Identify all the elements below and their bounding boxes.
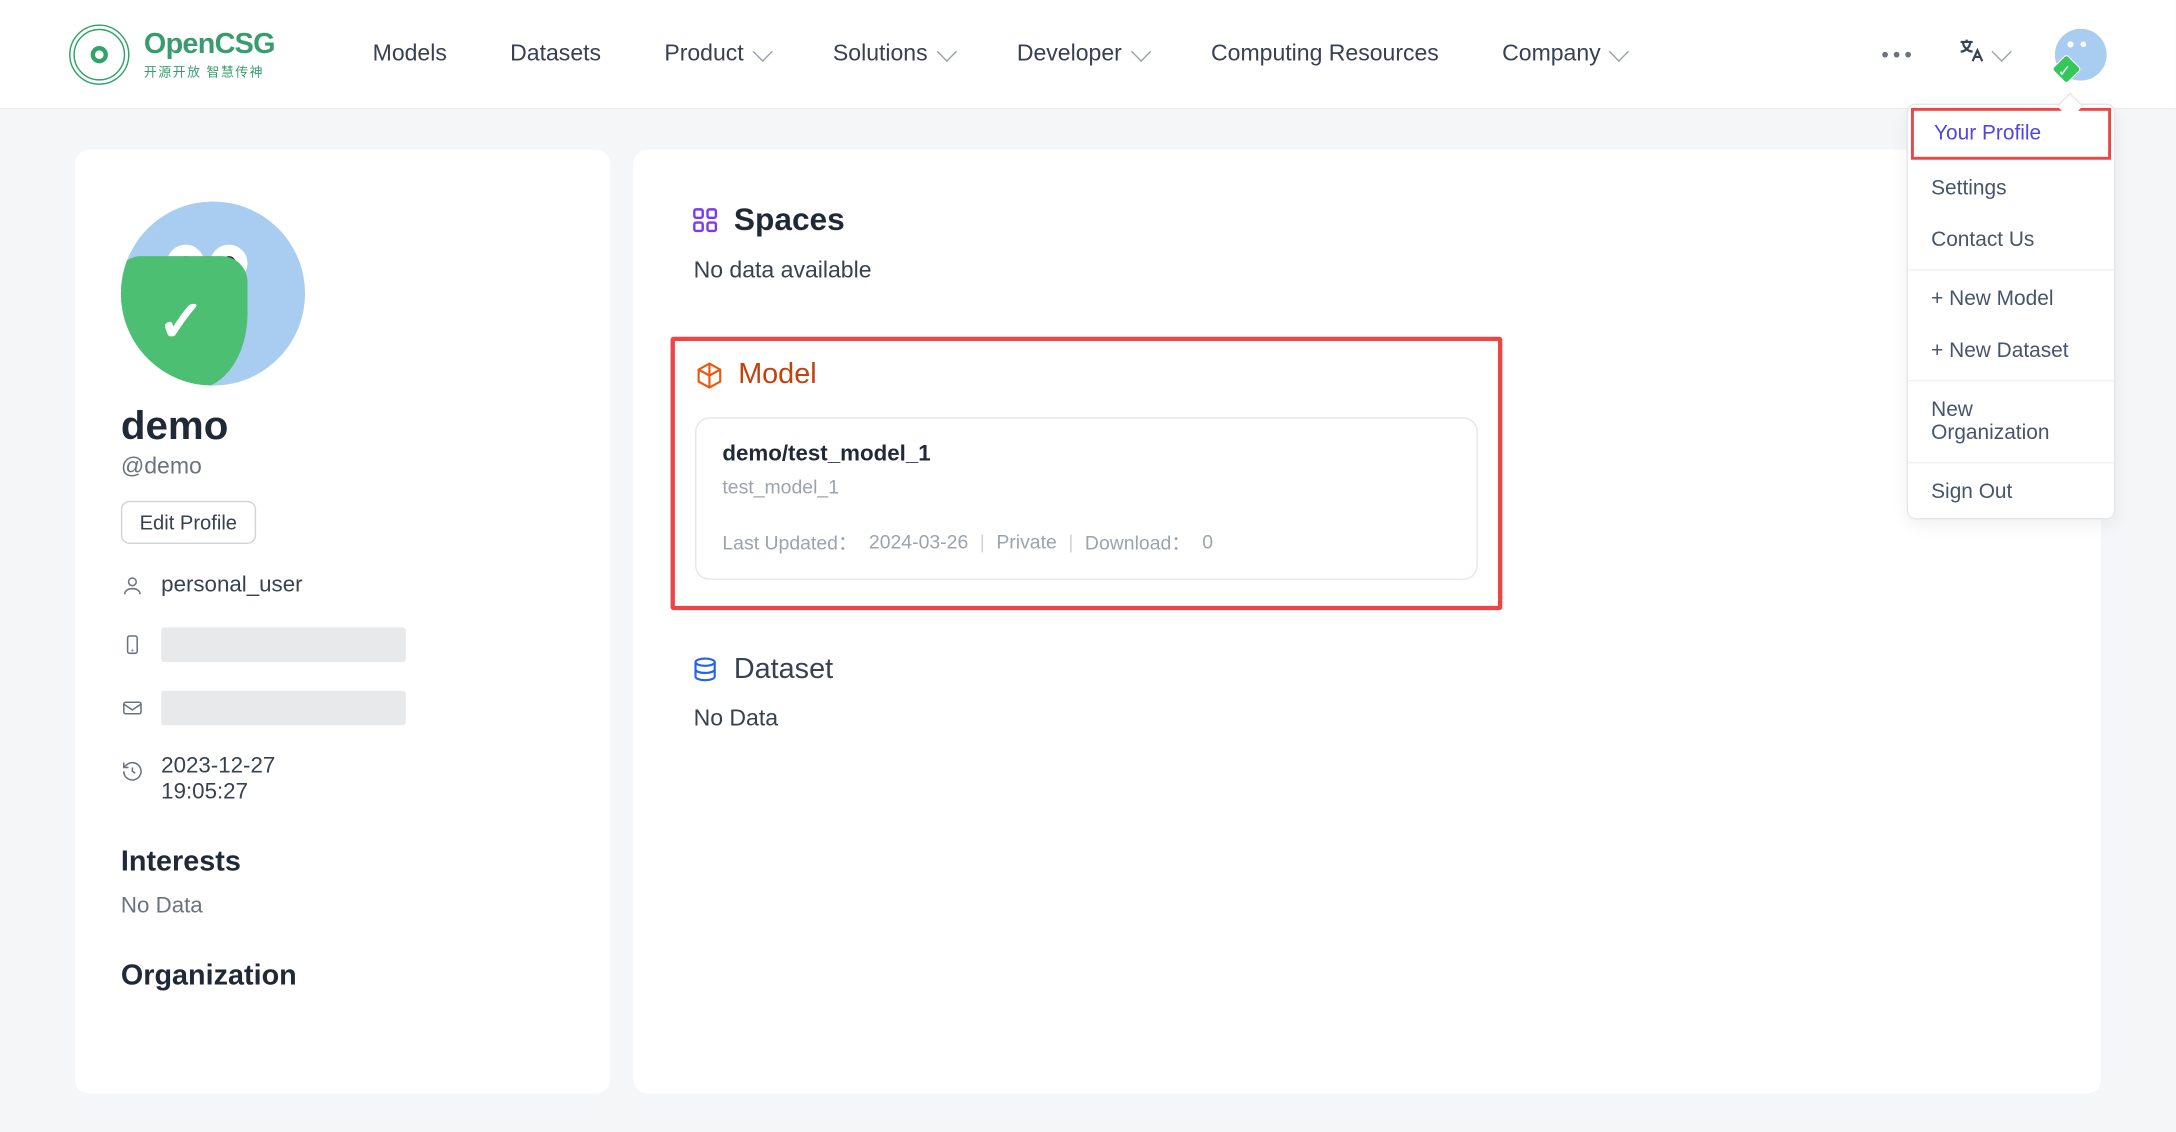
nav-product[interactable]: Product [664, 41, 769, 67]
phone-icon [121, 633, 144, 656]
cube-icon [695, 360, 724, 389]
chevron-down-icon [1130, 41, 1150, 61]
nav-models-label: Models [373, 41, 447, 67]
nav-computing-resources[interactable]: Computing Resources [1211, 41, 1439, 67]
model-last-updated-label: Last Updated： [722, 527, 857, 556]
brand-logo[interactable]: OpenCSG 开源开放 智慧传神 [69, 24, 275, 84]
dropdown-separator [1908, 462, 2114, 463]
language-switcher[interactable] [1957, 36, 2009, 72]
profile-display-name: demo [121, 403, 564, 449]
dropdown-sign-out[interactable]: Sign Out [1908, 466, 2114, 518]
mail-icon [121, 696, 144, 719]
profile-email-value [161, 691, 406, 726]
dropdown-contact-us[interactable]: Contact Us [1908, 214, 2114, 266]
profile-phone-row [121, 627, 564, 662]
brand-tagline: 开源开放 智慧传神 [144, 61, 275, 80]
profile-sidebar: demo @demo Edit Profile personal_user 20… [75, 150, 610, 1094]
nav-datasets[interactable]: Datasets [510, 41, 601, 67]
model-heading: Model [738, 358, 816, 391]
model-card-meta: Last Updated： 2024-03-26 | Private | Dow… [722, 527, 1450, 556]
dropdown-new-organization[interactable]: New Organization [1908, 384, 2114, 459]
chevron-down-icon [1991, 41, 2011, 61]
dataset-heading: Dataset [734, 653, 833, 686]
chevron-down-icon [1609, 41, 1629, 61]
profile-joined-time: 19:05:27 [161, 780, 275, 806]
dataset-section-header: Dataset [691, 653, 2044, 686]
spaces-empty: No data available [694, 259, 2044, 285]
clock-history-icon [121, 760, 144, 783]
nav-solutions-label: Solutions [833, 41, 928, 67]
user-dropdown: Your Profile Settings Contact Us + New M… [1907, 104, 2116, 520]
profile-email-row [121, 691, 564, 726]
profile-avatar [121, 201, 305, 385]
user-icon [121, 574, 144, 597]
interests-empty: No Data [121, 894, 564, 920]
model-section-highlight: Model demo/test_model_1 test_model_1 Las… [671, 337, 1503, 610]
nav-developer[interactable]: Developer [1017, 41, 1148, 67]
dropdown-your-profile[interactable]: Your Profile [1911, 108, 2111, 160]
profile-role-row: personal_user [121, 573, 564, 599]
nav-datasets-label: Datasets [510, 41, 601, 67]
spaces-section-header: Spaces [691, 201, 2044, 238]
organization-heading: Organization [121, 960, 564, 993]
profile-role: personal_user [161, 573, 302, 599]
model-card-title: demo/test_model_1 [722, 442, 1450, 468]
chevron-down-icon [752, 41, 772, 61]
nav-computing-label: Computing Resources [1211, 41, 1439, 67]
profile-phone-value [161, 627, 406, 662]
nav-models[interactable]: Models [373, 41, 447, 67]
model-download-value: 0 [1202, 530, 1213, 552]
model-last-updated-value: 2024-03-26 [869, 530, 968, 552]
more-menu-icon[interactable] [1882, 51, 1911, 57]
nav-developer-label: Developer [1017, 41, 1122, 67]
profile-handle: @demo [121, 455, 564, 481]
dataset-empty: No Data [694, 707, 2044, 733]
dropdown-settings[interactable]: Settings [1908, 163, 2114, 215]
model-download-label: Download： [1085, 527, 1191, 556]
chevron-down-icon [936, 41, 956, 61]
translate-icon [1957, 36, 1986, 72]
user-avatar[interactable]: ✓ [2055, 28, 2107, 80]
verified-check-icon: ✓ [2058, 61, 2071, 80]
interests-heading: Interests [121, 846, 564, 879]
model-card[interactable]: demo/test_model_1 test_model_1 Last Upda… [695, 417, 1478, 580]
dropdown-new-dataset[interactable]: + New Dataset [1908, 325, 2114, 377]
nav-product-label: Product [664, 41, 743, 67]
profile-joined-date: 2023-12-27 [161, 754, 275, 780]
profile-joined-row: 2023-12-27 19:05:27 [121, 754, 564, 806]
dropdown-separator [1908, 269, 2114, 270]
edit-profile-button[interactable]: Edit Profile [121, 501, 256, 544]
profile-main: Spaces No data available Model demo/test… [633, 150, 2101, 1094]
dropdown-separator [1908, 380, 2114, 381]
top-navbar: OpenCSG 开源开放 智慧传神 Models Datasets Produc… [0, 0, 2176, 109]
model-section-header: Model [695, 358, 1478, 391]
dropdown-new-model[interactable]: + New Model [1908, 273, 2114, 325]
nav-company[interactable]: Company [1502, 41, 1626, 67]
shield-check-icon [121, 256, 248, 386]
nav-links: Models Datasets Product Solutions Develo… [373, 41, 1627, 67]
spaces-heading: Spaces [734, 201, 845, 238]
brand-name: OpenCSG [144, 28, 275, 61]
logo-icon [69, 24, 129, 84]
nav-company-label: Company [1502, 41, 1601, 67]
spaces-icon [691, 206, 720, 235]
database-icon [691, 655, 720, 684]
model-card-subtitle: test_model_1 [722, 476, 1450, 498]
nav-solutions[interactable]: Solutions [833, 41, 954, 67]
model-visibility: Private [996, 530, 1056, 552]
